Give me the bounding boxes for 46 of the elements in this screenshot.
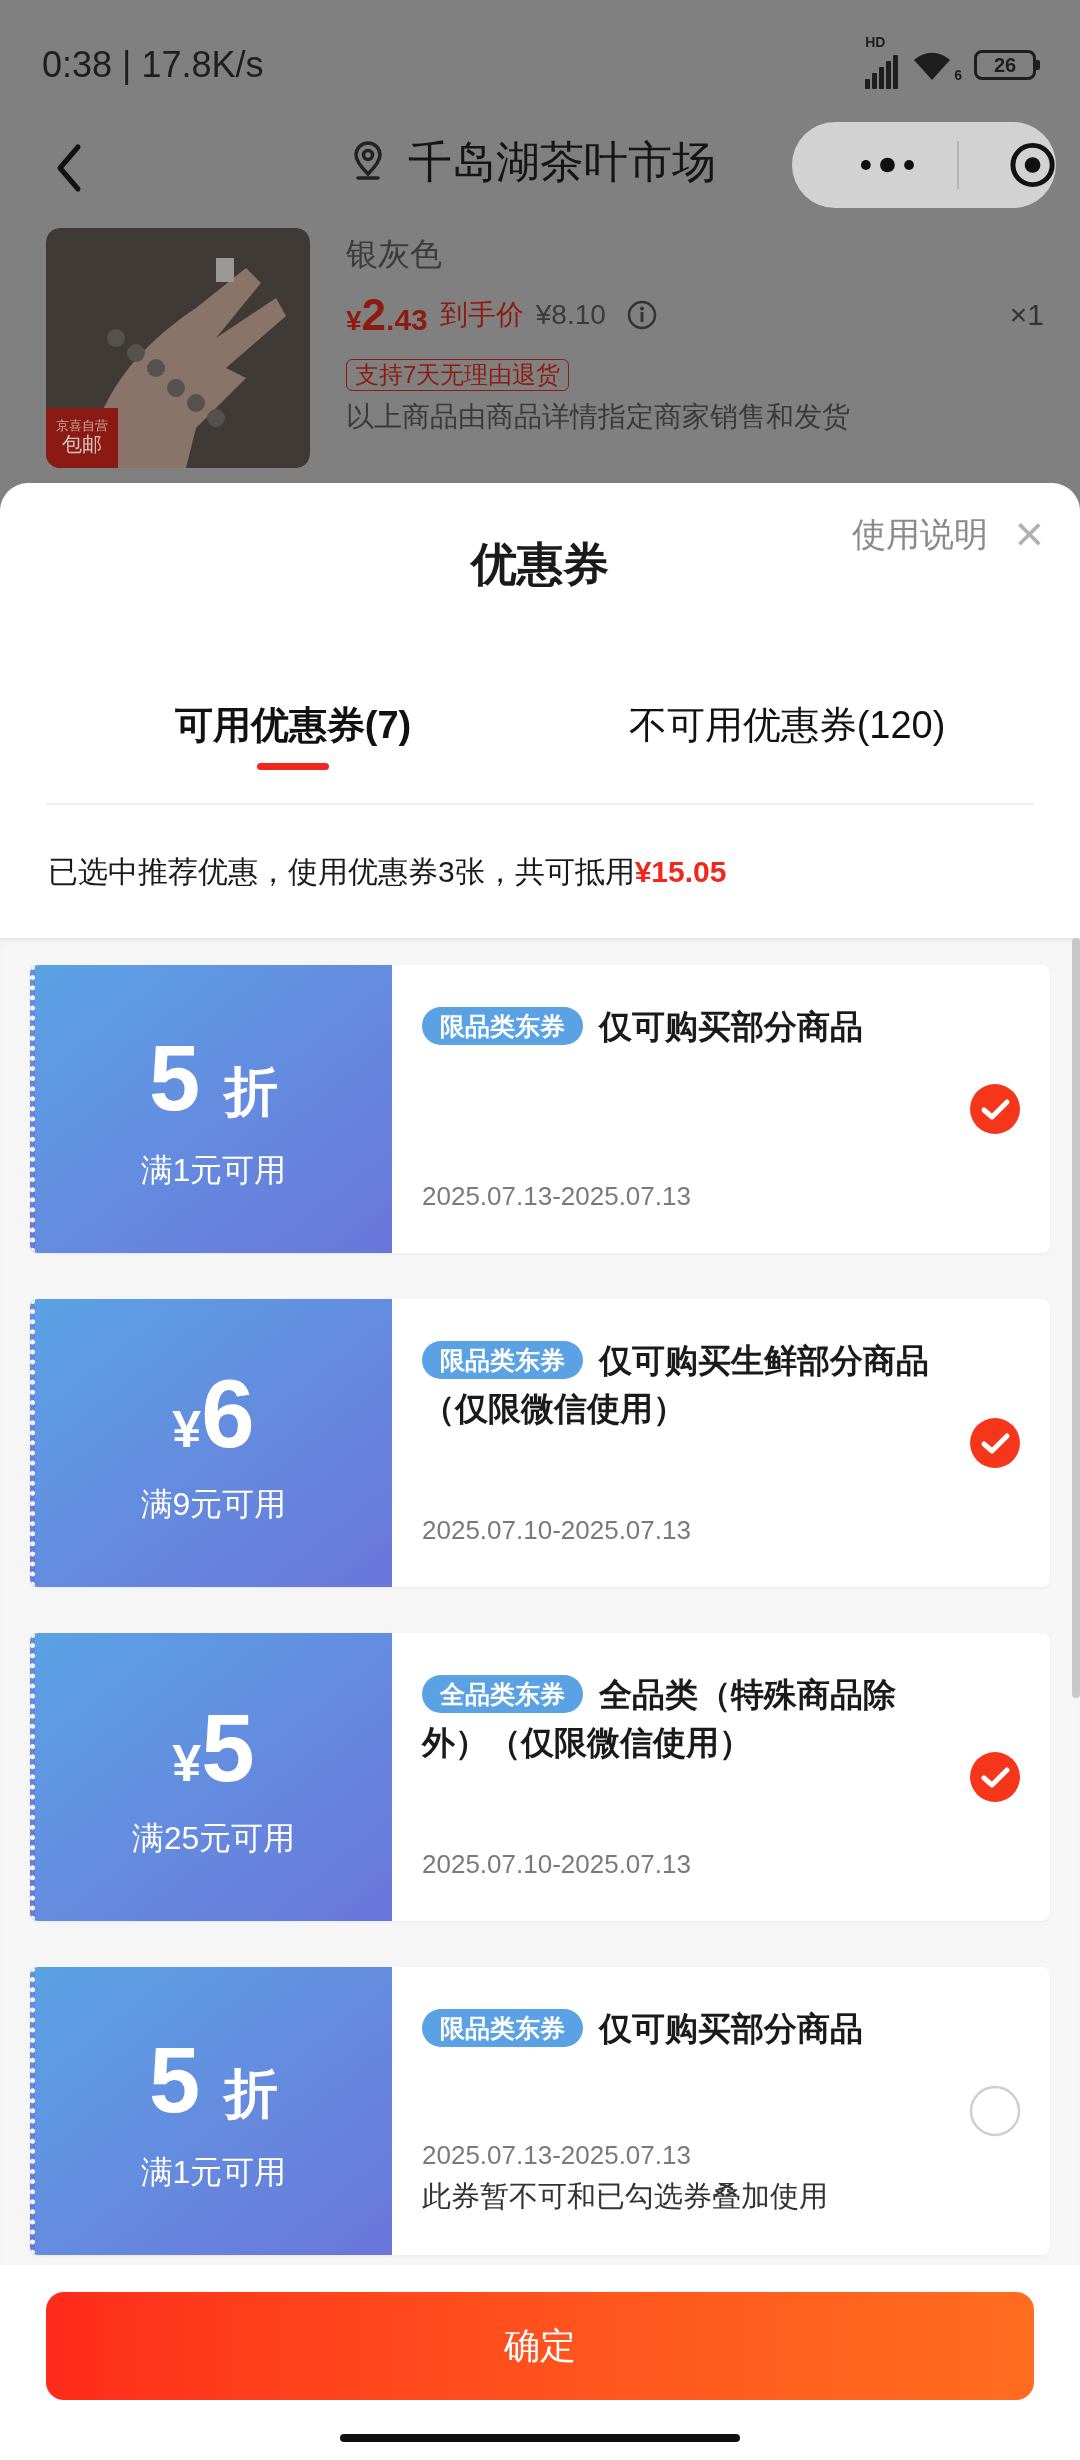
wifi-icon: 6 bbox=[910, 48, 962, 82]
coupon-value: ¥5 bbox=[172, 1700, 255, 1796]
coupon-note: 此券暂不可和已勾选券叠加使用 bbox=[422, 2182, 829, 2211]
coupon-card[interactable]: 5 折 满1元可用 限品类东券 仅可购买部分商品 2025.07.13-2025.07.13 bbox=[30, 965, 1050, 1253]
coupon-title: 全品类东券 全品类（特殊商品除外）（仅限微信使用） bbox=[422, 1674, 897, 1763]
coupon-title: 限品类东券 仅可购买部分商品 bbox=[422, 2005, 940, 2053]
scrollbar[interactable] bbox=[1072, 938, 1080, 1698]
coupon-card[interactable]: ¥6 满9元可用 限品类东券 仅可购买生鲜部分商品（仅限微信使用） 2025.07.10-2025.07.13 bbox=[30, 1299, 1050, 1587]
checked-icon[interactable] bbox=[969, 1417, 1021, 1469]
status-time: 0:38 | 17.8K/s bbox=[42, 43, 264, 87]
seller-note: 以上商品由商品详情指定商家销售和发货 bbox=[346, 403, 851, 431]
coupon-tab[interactable]: 不可用优惠券(120) bbox=[540, 633, 1034, 803]
checked-icon[interactable] bbox=[969, 1751, 1021, 1803]
summary-text: 已选中推荐优惠，使用优惠券3张，共可抵用¥15.05 bbox=[48, 854, 727, 890]
info-icon[interactable] bbox=[625, 298, 658, 331]
coupon-condition: 满1元可用 bbox=[140, 2156, 287, 2188]
coupon-condition: 满1元可用 bbox=[140, 1154, 287, 1186]
coupon-value: 5 折 bbox=[148, 1032, 279, 1128]
quantity-text: ×1 bbox=[1009, 297, 1044, 333]
coupon-title: 限品类东券 仅可购买生鲜部分商品（仅限微信使用） bbox=[422, 1340, 930, 1429]
nav-title: 千岛湖茶叶市场 bbox=[408, 140, 716, 184]
product-variant: 银灰色 bbox=[346, 238, 443, 270]
coupon-value: 5 折 bbox=[148, 2034, 279, 2130]
coupon-date: 2025.07.13-2025.07.13 bbox=[422, 1183, 692, 1209]
more-icon[interactable] bbox=[858, 157, 917, 173]
coupon-date: 2025.07.13-2025.07.13 bbox=[422, 2142, 692, 2168]
return-policy-tag: 支持7天无理由退货 bbox=[346, 359, 570, 391]
coupon-value: ¥6 bbox=[172, 1366, 255, 1462]
target-icon[interactable] bbox=[1008, 141, 1056, 189]
original-price: ¥8.10 bbox=[535, 297, 606, 332]
checked-icon[interactable] bbox=[969, 1083, 1021, 1135]
badge-label: 包邮 bbox=[62, 432, 102, 457]
coupon-date: 2025.07.10-2025.07.13 bbox=[422, 1851, 692, 1877]
coupon-title: 限品类东券 仅可购买部分商品 bbox=[422, 1003, 940, 1051]
price-label: 到手价 bbox=[439, 297, 524, 332]
coupon-tab[interactable]: 可用优惠券(7) bbox=[46, 633, 540, 803]
sheet-title: 优惠券 bbox=[469, 541, 610, 587]
coupon-card[interactable]: ¥5 满25元可用 全品类东券 全品类（特殊商品除外）（仅限微信使用） 2025.07.10-2025.07.13 bbox=[30, 1633, 1050, 1921]
price-text: ¥2.43 bbox=[346, 292, 428, 337]
battery-icon: 26 bbox=[974, 50, 1036, 80]
coupon-condition: 满25元可用 bbox=[131, 1822, 296, 1854]
coupon-condition: 满9元可用 bbox=[140, 1488, 287, 1520]
checkbox[interactable] bbox=[969, 2085, 1021, 2137]
coupon-date: 2025.07.10-2025.07.13 bbox=[422, 1517, 692, 1543]
coupon-card[interactable]: 5 折 满1元可用 限品类东券 仅可购买部分商品 2025.07.13-2025.07.13 此券暂不可和已勾选券叠加使用 bbox=[30, 1967, 1050, 2255]
badge-label: 京喜自营 bbox=[56, 419, 108, 432]
